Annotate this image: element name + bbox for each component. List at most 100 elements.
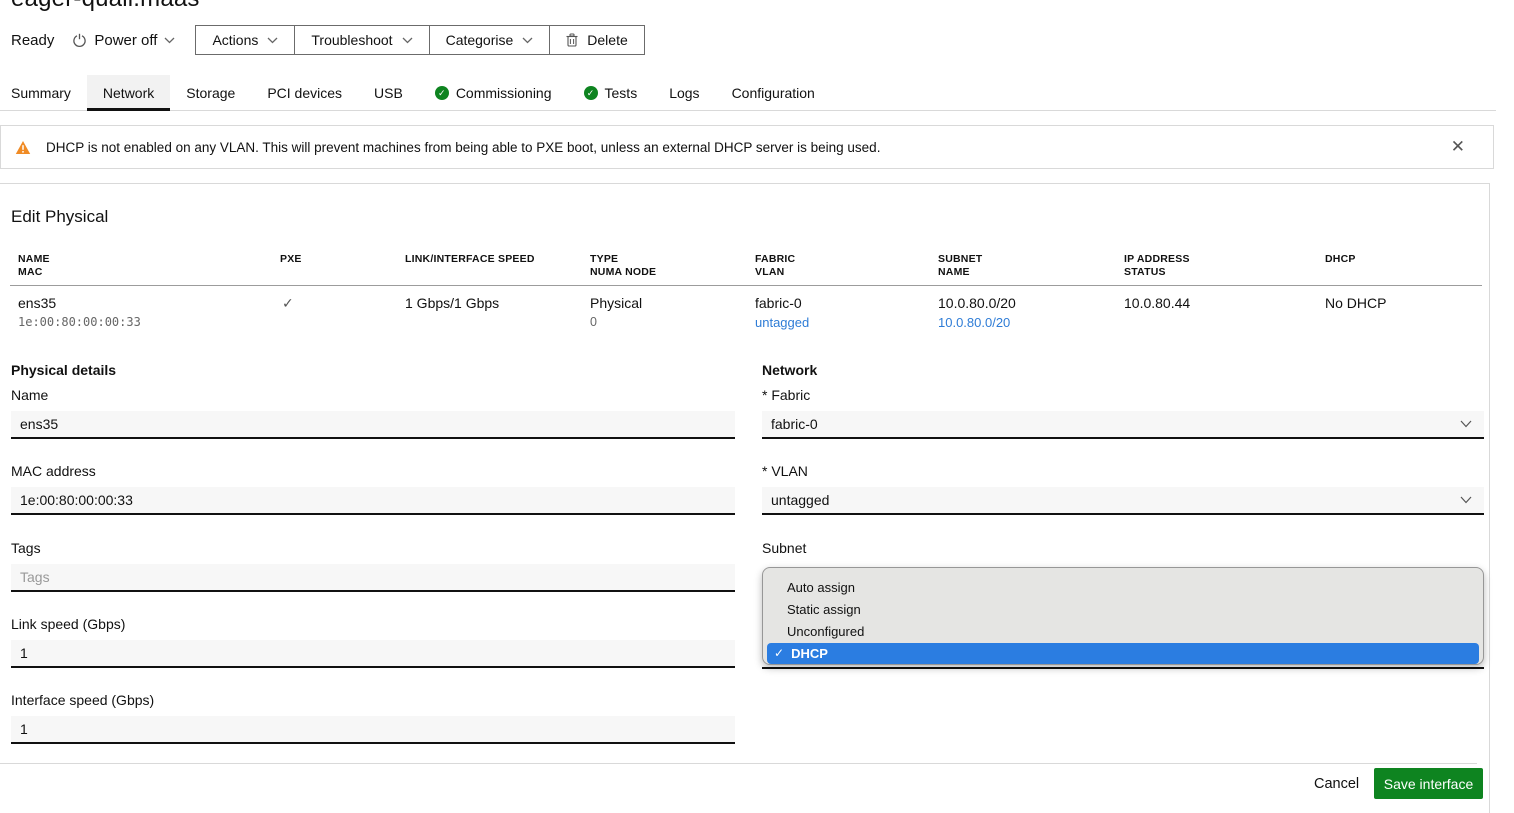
col-header-ip-status: IP ADDRESSSTATUS [1124, 253, 1190, 279]
tab-summary[interactable]: Summary [0, 75, 87, 111]
interface-speed: 1 Gbps/1 Gbps [405, 295, 499, 311]
machine-status: Ready [11, 32, 54, 49]
fabric-select[interactable]: fabric-0 [762, 411, 1484, 439]
option-unconfigured[interactable]: Unconfigured [763, 621, 1483, 643]
interface-name: ens35 [18, 295, 56, 311]
footer-divider [0, 763, 1477, 764]
tab-network-label: Network [103, 85, 154, 101]
interface-speed-input[interactable] [11, 716, 735, 744]
interface-mac: 1e:00:80:00:00:33 [18, 315, 141, 329]
tab-commissioning[interactable]: ✓ Commissioning [419, 75, 568, 111]
tab-logs-label: Logs [669, 85, 699, 101]
col-header-name-mac: NAMEMAC [18, 253, 50, 279]
tab-usb-label: USB [374, 85, 403, 101]
name-input[interactable] [11, 411, 735, 439]
dhcp-warning-banner: DHCP is not enabled on any VLAN. This wi… [0, 125, 1494, 169]
warning-icon [15, 140, 31, 155]
interface-dhcp: No DHCP [1325, 295, 1386, 311]
fabric-select-value: fabric-0 [771, 416, 818, 432]
col-header-pxe: PXE [280, 253, 302, 266]
tab-storage-label: Storage [186, 85, 235, 101]
tab-tests[interactable]: ✓ Tests [568, 75, 654, 111]
chevron-down-icon [267, 37, 278, 44]
success-check-icon: ✓ [584, 86, 598, 100]
tab-summary-label: Summary [11, 85, 71, 101]
col-header-dhcp: DHCP [1325, 253, 1356, 266]
chevron-down-icon [522, 37, 533, 44]
troubleshoot-button[interactable]: Troubleshoot [294, 26, 428, 54]
warning-message: DHCP is not enabled on any VLAN. This wi… [46, 140, 880, 155]
table-header-divider [10, 285, 1482, 286]
link-speed-label: Link speed (Gbps) [11, 616, 125, 632]
actions-button[interactable]: Actions [196, 26, 294, 54]
col-header-subnet-name: SUBNETNAME [938, 253, 982, 279]
pxe-check-icon: ✓ [282, 295, 294, 312]
link-speed-input[interactable] [11, 640, 735, 668]
tab-pci-devices[interactable]: PCI devices [251, 75, 358, 111]
success-check-icon: ✓ [435, 86, 449, 100]
delete-label: Delete [587, 32, 627, 48]
option-auto-assign[interactable]: Auto assign [763, 577, 1483, 599]
selected-check-icon: ✓ [774, 643, 784, 664]
troubleshoot-label: Troubleshoot [311, 32, 392, 48]
subnet-link[interactable]: 10.0.80.0/20 [938, 315, 1010, 330]
col-header-type-numa: TYPENUMA NODE [590, 253, 656, 279]
vlan-label: * VLAN [762, 463, 808, 479]
interface-type: Physical [590, 295, 642, 311]
machine-action-group: Actions Troubleshoot Categorise Delete [195, 25, 644, 55]
categorise-label: Categorise [446, 32, 514, 48]
chevron-down-icon [1460, 420, 1472, 428]
subnet-select-underline [762, 667, 1484, 669]
option-static-assign[interactable]: Static assign [763, 599, 1483, 621]
physical-details-heading: Physical details [11, 362, 116, 378]
tab-tests-label: Tests [605, 85, 638, 101]
machine-title: eager-quail.maas [11, 0, 200, 13]
network-heading: Network [762, 362, 817, 378]
vlan-select-value: untagged [771, 492, 829, 508]
tab-commissioning-label: Commissioning [456, 85, 552, 101]
vlan-link[interactable]: untagged [755, 315, 809, 330]
save-interface-button[interactable]: Save interface [1374, 768, 1483, 799]
tags-input[interactable] [11, 564, 735, 592]
tab-logs[interactable]: Logs [653, 75, 715, 111]
chevron-down-icon [164, 37, 175, 44]
delete-button[interactable]: Delete [549, 26, 643, 54]
option-dhcp-label: DHCP [791, 643, 828, 664]
option-dhcp[interactable]: ✓ DHCP [767, 643, 1479, 664]
cancel-button[interactable]: Cancel [1302, 768, 1371, 799]
tab-pci-label: PCI devices [267, 85, 342, 101]
chevron-down-icon [402, 37, 413, 44]
tab-usb[interactable]: USB [358, 75, 419, 111]
trash-icon [566, 33, 578, 47]
col-header-speed: LINK/INTERFACE SPEED [405, 253, 535, 266]
mac-address-label: MAC address [11, 463, 96, 479]
subnet-label: Subnet [762, 540, 806, 556]
close-icon[interactable]: ✕ [1451, 138, 1465, 155]
tab-storage[interactable]: Storage [170, 75, 251, 111]
categorise-button[interactable]: Categorise [429, 26, 550, 54]
name-label: Name [11, 387, 48, 403]
vlan-select[interactable]: untagged [762, 487, 1484, 515]
machine-tab-bar: Summary Network Storage PCI devices USB … [0, 75, 1496, 111]
power-label: Power off [94, 32, 157, 49]
tab-configuration[interactable]: Configuration [716, 75, 831, 111]
power-icon [72, 33, 87, 48]
status-action-row: Ready Power off Actions Troubleshoot Cat… [11, 24, 645, 56]
power-menu[interactable]: Power off [72, 32, 175, 49]
subnet-dropdown-popup: Auto assign Static assign Unconfigured ✓… [762, 567, 1484, 665]
interface-speed-label: Interface speed (Gbps) [11, 692, 154, 708]
actions-label: Actions [212, 32, 258, 48]
tab-configuration-label: Configuration [732, 85, 815, 101]
panel-title: Edit Physical [11, 207, 108, 227]
interface-ip: 10.0.80.44 [1124, 295, 1190, 311]
interface-subnet: 10.0.80.0/20 [938, 295, 1016, 311]
interface-numa: 0 [590, 315, 597, 329]
interface-fabric: fabric-0 [755, 295, 802, 311]
tab-network[interactable]: Network [87, 75, 170, 111]
tags-label: Tags [11, 540, 41, 556]
chevron-down-icon [1460, 496, 1472, 504]
mac-address-input[interactable] [11, 487, 735, 515]
fabric-label: * Fabric [762, 387, 810, 403]
col-header-fabric-vlan: FABRICVLAN [755, 253, 795, 279]
edit-physical-panel: Edit Physical NAMEMAC PXE LINK/INTERFACE… [0, 183, 1490, 813]
